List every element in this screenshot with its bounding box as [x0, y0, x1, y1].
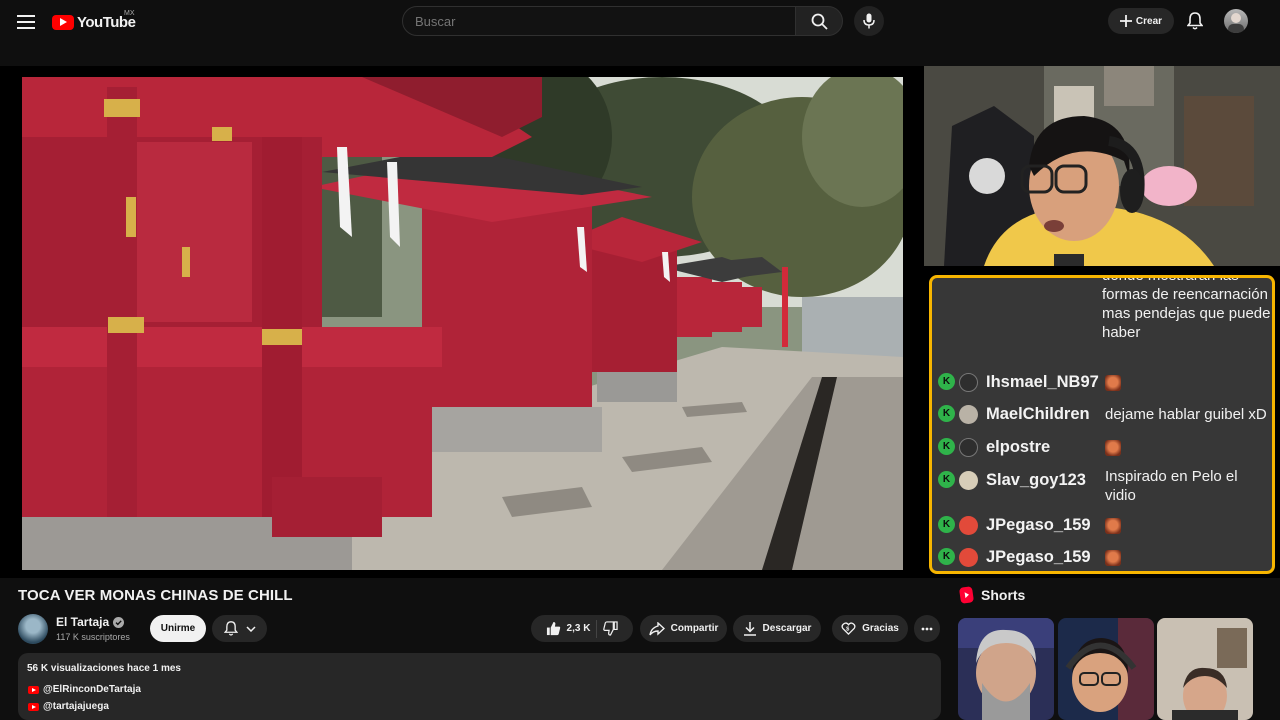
channel-link-text[interactable]: @ElRinconDeTartaja — [43, 684, 141, 695]
channel-name[interactable]: El Tartaja — [56, 615, 109, 629]
chat-message-text: Inspirado en Pelo el vidio — [1105, 468, 1238, 504]
emote-icon — [1105, 550, 1121, 567]
emote-icon — [1105, 518, 1121, 535]
download-button[interactable]: Descargar — [733, 615, 821, 642]
account-avatar[interactable] — [1224, 9, 1248, 33]
chat-username: JPegaso_159 — [986, 516, 1091, 534]
youtube-icon — [28, 685, 39, 694]
like-count[interactable]: 2,3 K — [567, 623, 591, 634]
more-actions-button[interactable] — [914, 615, 940, 642]
shorts-title: Shorts — [981, 587, 1026, 603]
divider — [596, 619, 598, 638]
voice-search-button[interactable] — [854, 6, 884, 36]
microphone-icon — [863, 13, 875, 29]
chevron-down-icon — [245, 625, 256, 632]
youtube-icon — [28, 702, 39, 711]
chat-message: K Slav_goy123 Inspirado en Pelo el vidio — [938, 468, 1268, 505]
like-dislike-group: 2,3 K — [531, 615, 633, 642]
chat-message-text — [1105, 516, 1268, 535]
user-avatar — [959, 471, 978, 490]
chat-message-text — [1105, 438, 1268, 457]
create-label: Crear — [1135, 15, 1163, 27]
emote-icon — [1105, 440, 1121, 457]
menu-icon[interactable] — [12, 8, 40, 36]
description-link[interactable]: @tartajajuega — [28, 701, 109, 712]
bell-icon — [1187, 12, 1203, 30]
short-thumbnail[interactable] — [1058, 618, 1154, 720]
streamer-webcam — [924, 66, 1280, 266]
share-button[interactable]: Compartir — [640, 615, 727, 642]
channel-name-row[interactable]: El Tartaja — [56, 615, 125, 629]
chat-message-partial: donde mostrarán las formas de reencarnac… — [1102, 275, 1272, 342]
shorts-icon — [958, 586, 975, 604]
stream-chat-overlay: donde mostrarán las formas de reencarnac… — [929, 275, 1275, 574]
kick-badge-icon: K — [938, 516, 955, 533]
top-bar: YouTube MX Crear — [0, 0, 1280, 44]
youtube-logo[interactable]: YouTube MX — [52, 10, 136, 34]
chat-username: Ihsmael_NB97 — [986, 373, 1099, 391]
chat-message-text — [1105, 548, 1268, 567]
share-icon — [648, 621, 665, 636]
thanks-button[interactable]: $ Gracias — [832, 615, 908, 642]
dislike-icon[interactable] — [603, 621, 619, 636]
emote-icon — [1105, 375, 1121, 392]
chat-username: elpostre — [986, 438, 1051, 456]
kick-badge-icon: K — [938, 438, 955, 455]
video-frame-shrine — [22, 77, 903, 570]
chat-message: K JPegaso_159 — [938, 548, 1268, 567]
chat-message: K Ihsmael_NB97 — [938, 373, 1268, 392]
bell-icon — [223, 621, 238, 636]
user-avatar-default — [959, 373, 978, 392]
video-player[interactable]: donde mostrarán las formas de reencarnac… — [0, 66, 1280, 578]
region-code: MX — [124, 10, 135, 17]
user-avatar — [959, 516, 978, 535]
plus-icon — [1119, 15, 1132, 27]
chat-message-text: donde mostrarán las formas de reencarnac… — [1102, 275, 1271, 341]
chat-username: Slav_goy123 — [986, 471, 1086, 489]
kick-badge-icon: K — [938, 373, 955, 390]
user-avatar — [959, 548, 978, 567]
chat-message-text: dejame hablar guibel xD — [1105, 406, 1267, 423]
short-thumbnail[interactable] — [958, 618, 1054, 720]
channel-link-text[interactable]: @tartajajuega — [43, 701, 109, 712]
chat-message: K elpostre — [938, 438, 1268, 457]
svg-text:$: $ — [846, 626, 850, 632]
create-button[interactable]: Crear — [1108, 8, 1174, 34]
user-avatar — [959, 405, 978, 424]
thanks-heart-icon: $ — [841, 622, 856, 636]
chat-message-text — [1105, 373, 1268, 392]
chat-message: K MaelChildren dejame hablar guibel xD — [938, 405, 1268, 424]
video-title: TOCA VER MONAS CHINAS DE CHILL — [18, 587, 293, 604]
kick-badge-icon: K — [938, 548, 955, 565]
notifications-button[interactable] — [1184, 10, 1206, 32]
short-thumbnail[interactable] — [1157, 618, 1253, 720]
kick-badge-icon: K — [938, 405, 955, 422]
user-avatar-default — [959, 438, 978, 457]
join-button[interactable]: Unirme — [150, 615, 206, 642]
like-icon[interactable] — [546, 621, 561, 636]
shorts-heading: Shorts — [958, 586, 1026, 604]
search-box[interactable] — [402, 6, 796, 36]
search-button[interactable] — [795, 6, 843, 36]
chat-username: MaelChildren — [986, 405, 1090, 423]
download-icon — [743, 622, 756, 636]
download-label: Descargar — [762, 623, 812, 634]
search-icon — [811, 13, 828, 30]
channel-avatar[interactable] — [18, 614, 48, 644]
verified-check-icon — [113, 616, 125, 628]
more-icon — [921, 627, 933, 630]
thanks-label: Gracias — [862, 623, 899, 634]
view-count-date: 56 K visualizaciones hace 1 mes — [27, 663, 181, 674]
kick-badge-icon: K — [938, 471, 955, 488]
subscriber-count: 117 K suscriptores — [56, 632, 130, 642]
youtube-play-icon — [52, 14, 74, 30]
description-link[interactable]: @ElRinconDeTartaja — [28, 684, 141, 695]
subscription-bell-button[interactable] — [212, 615, 267, 642]
search-input[interactable] — [415, 13, 795, 29]
chat-message: K JPegaso_159 — [938, 516, 1268, 535]
chat-username: JPegaso_159 — [986, 548, 1091, 566]
share-label: Compartir — [670, 623, 719, 634]
